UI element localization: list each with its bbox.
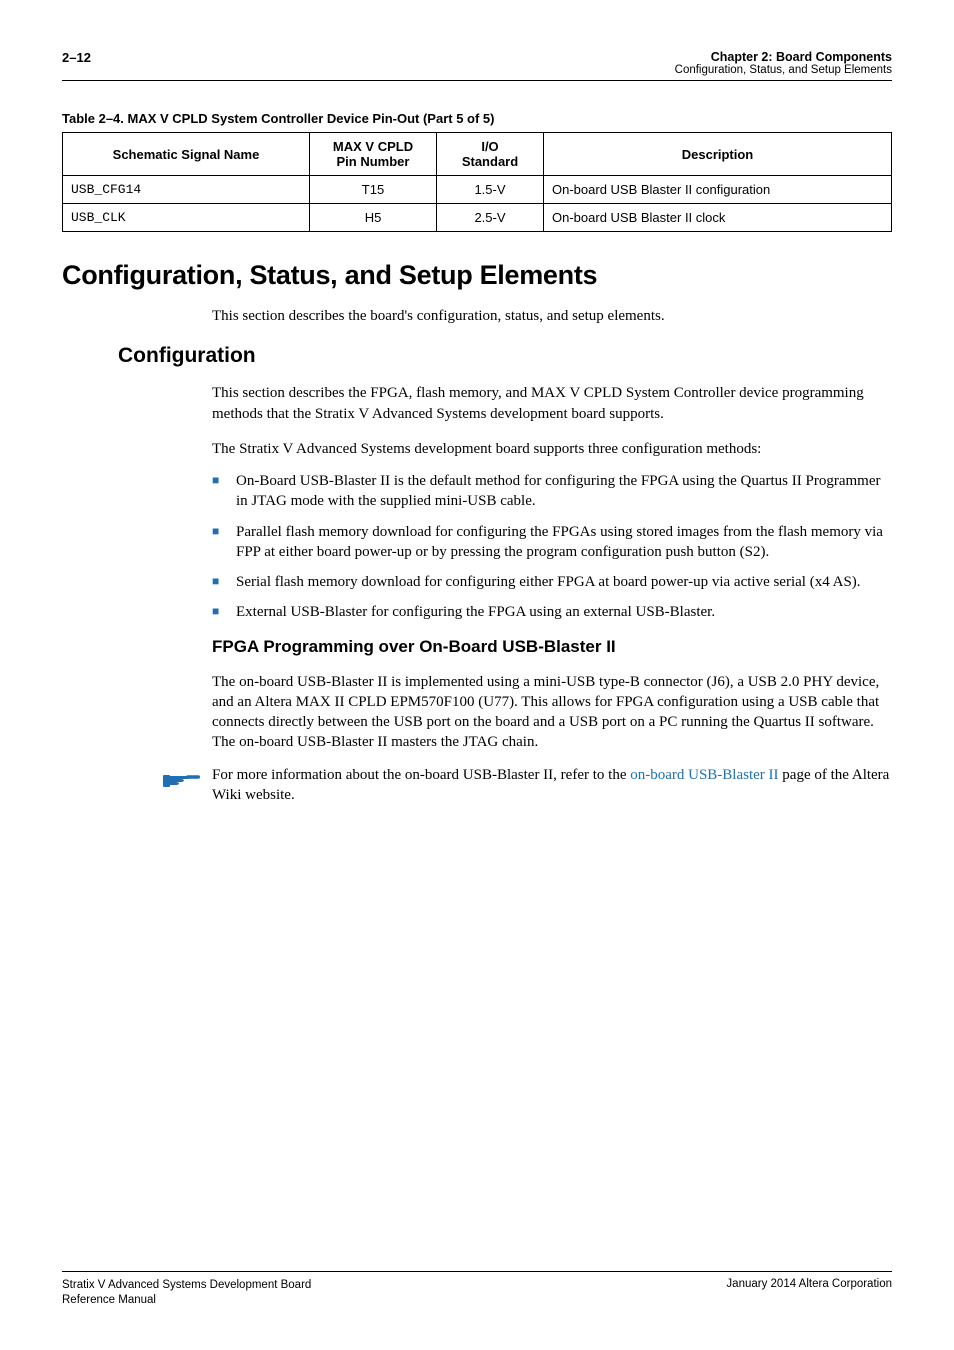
footer-doc-subtitle: Reference Manual	[62, 1293, 311, 1308]
cell-pin: H5	[310, 204, 437, 232]
body-text: The on-board USB-Blaster II is implement…	[212, 672, 892, 753]
th-pin-number: MAX V CPLD Pin Number	[310, 133, 437, 176]
cell-std: 2.5-V	[437, 204, 544, 232]
reference-link[interactable]: on-board USB-Blaster II	[630, 767, 778, 783]
footer-date: January 2014 Altera Corporation	[726, 1278, 892, 1308]
cell-signal: USB_CFG14	[63, 176, 310, 204]
cell-desc: On-board USB Blaster II clock	[544, 204, 892, 232]
footer-doc-title: Stratix V Advanced Systems Development B…	[62, 1278, 311, 1293]
footer-rule	[62, 1271, 892, 1272]
body-text: This section describes the FPGA, flash m…	[212, 383, 892, 424]
body-text: The Stratix V Advanced Systems developme…	[212, 439, 892, 459]
table-caption: Table 2–4. MAX V CPLD System Controller …	[62, 111, 892, 126]
list-item: On-Board USB-Blaster II is the default m…	[212, 471, 892, 512]
cell-std: 1.5-V	[437, 176, 544, 204]
list-item: External USB-Blaster for configuring the…	[212, 602, 892, 622]
subsubsection-heading: FPGA Programming over On-Board USB-Blast…	[212, 637, 892, 657]
section-heading: Configuration, Status, and Setup Element…	[62, 260, 892, 291]
page-number: 2–12	[62, 50, 91, 65]
th-description: Description	[544, 133, 892, 176]
table-row: USB_CLK H5 2.5-V On-board USB Blaster II…	[63, 204, 892, 232]
page-footer: Stratix V Advanced Systems Development B…	[62, 1263, 892, 1308]
chapter-title: Chapter 2: Board Components	[675, 50, 892, 64]
header-rule	[62, 80, 892, 81]
subsection-heading: Configuration	[118, 344, 892, 368]
th-io-standard: I/O Standard	[437, 133, 544, 176]
pinout-table: Schematic Signal Name MAX V CPLD Pin Num…	[62, 132, 892, 232]
list-item: Serial flash memory download for configu…	[212, 572, 892, 592]
info-note: For more information about the on-board …	[162, 765, 892, 806]
cell-desc: On-board USB Blaster II configuration	[544, 176, 892, 204]
cell-signal: USB_CLK	[63, 204, 310, 232]
th-schematic-signal: Schematic Signal Name	[63, 133, 310, 176]
body-text: This section describes the board's confi…	[212, 306, 892, 326]
chapter-subtitle: Configuration, Status, and Setup Element…	[675, 64, 892, 76]
table-row: USB_CFG14 T15 1.5-V On-board USB Blaster…	[63, 176, 892, 204]
list-item: Parallel flash memory download for confi…	[212, 522, 892, 563]
note-text: For more information about the on-board …	[212, 765, 892, 806]
pointer-icon	[162, 767, 202, 795]
bullet-list: On-Board USB-Blaster II is the default m…	[212, 471, 892, 623]
cell-pin: T15	[310, 176, 437, 204]
